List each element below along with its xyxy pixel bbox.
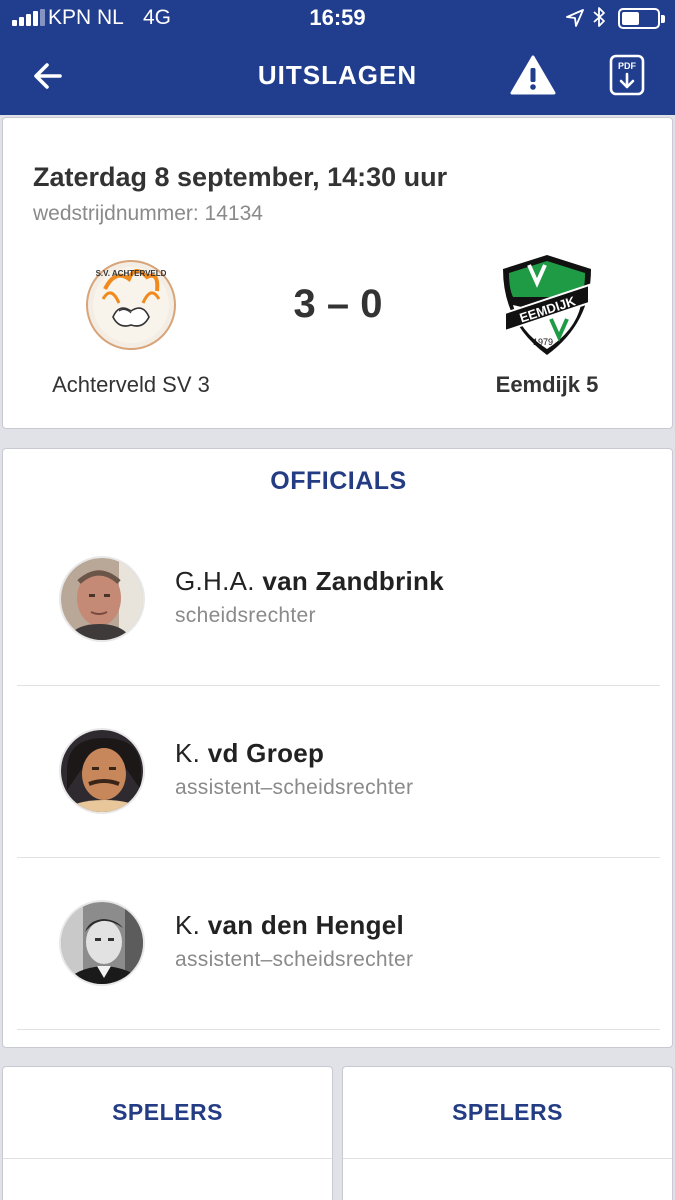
match-card: Zaterdag 8 september, 14:30 uur wedstrij… [2, 117, 673, 429]
pdf-download-icon[interactable]: PDF [609, 54, 645, 96]
divider [3, 1158, 332, 1159]
officials-card: OFFICIALS G.H.A. van Zandbrink scheidsre… [2, 448, 673, 1048]
home-logo-text: S.V. ACHTERVELD [96, 269, 167, 278]
match-date: Zaterdag 8 september, 14:30 uur [33, 162, 448, 192]
home-team-name[interactable]: Achterveld SV 3 [3, 372, 259, 398]
divider [343, 1158, 672, 1159]
away-team-logo: EEMDIJK 1979 [503, 255, 591, 355]
location-arrow-icon [566, 9, 584, 27]
bluetooth-icon [593, 7, 605, 27]
score: 3 – 0 [293, 282, 383, 326]
official-name: van Zandbrink [262, 566, 444, 596]
home-team-logo: S.V. ACHTERVELD [86, 260, 176, 350]
official-row[interactable]: K. van den Hengel assistent–scheidsrecht… [17, 858, 660, 1030]
match-number: wedstrijdnummer: 14134 [33, 202, 263, 225]
avatar [59, 728, 145, 814]
official-name: vd Groep [207, 738, 325, 768]
avatar [59, 556, 145, 642]
away-players-heading: SPELERS [452, 1099, 563, 1125]
battery-icon [618, 8, 665, 29]
home-players-card[interactable]: SPELERS [2, 1066, 333, 1200]
official-initials: G.H.A. [175, 566, 255, 596]
away-logo-year: 1979 [533, 337, 553, 347]
avatar [59, 900, 145, 986]
official-initials: K. [175, 910, 201, 940]
official-initials: K. [175, 738, 201, 768]
status-bar: KPN NL 4G 16:59 [0, 0, 675, 38]
official-row[interactable]: K. vd Groep assistent–scheidsrechter [17, 686, 660, 858]
official-role: assistent–scheidsrechter [175, 776, 414, 799]
app-header: KPN NL 4G 16:59 UITSLAGEN PDF [0, 0, 675, 115]
officials-heading: OFFICIALS [270, 467, 407, 495]
official-row[interactable]: G.H.A. van Zandbrink scheidsrechter [17, 514, 660, 686]
warning-icon[interactable] [510, 54, 556, 96]
official-role: assistent–scheidsrechter [175, 948, 414, 971]
official-name: van den Hengel [207, 910, 405, 940]
home-players-heading: SPELERS [112, 1099, 223, 1125]
away-team-name[interactable]: Eemdijk 5 [443, 372, 651, 398]
away-players-card[interactable]: SPELERS [342, 1066, 673, 1200]
official-role: scheidsrechter [175, 604, 316, 627]
pdf-icon-text: PDF [618, 61, 637, 71]
page-title: UITSLAGEN [257, 60, 418, 90]
